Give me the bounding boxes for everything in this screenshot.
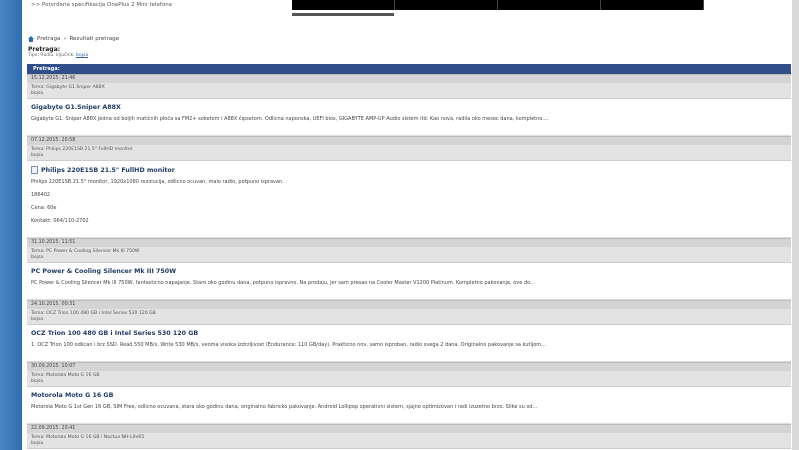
black-banner [292,0,704,10]
result-post: 07.12.2015. 20:58 Tema: Philips 220E1SB … [27,136,791,238]
page-content: >> Potvrđena specifikacija OnePlus 2 Min… [22,0,792,450]
post-user[interactable]: bojsa [31,91,787,97]
post-title-text[interactable]: OCZ Trion 100 480 GB i Intel Series 530 … [31,330,198,337]
post-topic-link[interactable]: Tema: Motorola Moto G 16 GB i Noctua NH-… [31,435,144,440]
breadcrumb: Pretraga » Rezultati pretrage [28,36,119,42]
post-user[interactable]: bojsa [31,441,787,447]
post-topic-link[interactable]: Tema: OCZ Trion 100 480 GB i Intel Serie… [31,311,156,316]
result-post: 24.10.2015. 00:31 Tema: OCZ Trion 100 48… [27,300,791,362]
breadcrumb-home[interactable]: Pretraga [37,36,60,42]
breadcrumb-current: Rezultati pretrage [69,36,119,42]
post-date: 22.09.2015. 20:41 [27,424,791,433]
post-body: Philips 220E1SB 21.5" monitor, 1920x1080… [27,177,791,237]
post-topic-link[interactable]: Tema: Philips 220E1SB 21.5" FullHD monit… [31,147,133,152]
document-icon [31,166,38,174]
post-date: 07.12.2015. 20:58 [27,136,791,145]
post-title-text[interactable]: Gigabyte G1.Sniper A88X [31,104,121,111]
post-title-text[interactable]: Philips 220E1SB 21.5" FullHD monitor [41,167,175,174]
post-date: 30.09.2015. 10:07 [27,362,791,371]
post-body-line: Philips 220E1SB 21.5" monitor, 1920x1080… [31,179,284,185]
post-topic: Tema: PC Power & Cooling Silencer Mk III… [27,247,791,262]
post-user[interactable]: bojsa [31,153,787,159]
post-topic-link[interactable]: Tema: Gigabyte G1.Sniper A88X [31,85,105,90]
page-title: Pretraga: [28,46,61,53]
post-body-line: Kontakt: 064/110-2702 [31,218,89,224]
post-body: PC Power & Cooling Silencer Mk III 750W,… [27,278,791,299]
top-news-link[interactable]: >> Potvrđena specifikacija OnePlus 2 Min… [31,2,172,8]
left-sidebar-bar [0,0,22,450]
post-topic: Tema: Motorola Moto G 16 GB bojsa [27,371,791,386]
post-body-line: Cena: 60e [31,205,57,211]
criteria-label: Tipe: Radiu, ključnik: [28,53,75,58]
results-header: Pretraga: [27,64,791,74]
post-body-line: Motorola Moto G 1st Gen 16 GB, SIM Free,… [31,404,538,410]
post-date: 24.10.2015. 00:31 [27,300,791,309]
post-user[interactable]: bojsa [31,317,787,323]
post-body: Gigabyte G1. Sniper A88X jedna od boljih… [27,114,791,135]
post-title-text[interactable]: Motorola Moto G 16 GB [31,392,113,399]
search-criteria: Tipe: Radiu, ključnik: bojsa [28,53,88,58]
post-date: 31.10.2015. 11:51 [27,238,791,247]
post-body-line: 186402 [31,192,51,198]
banner-strip [292,13,394,16]
result-post: 30.09.2015. 10:07 Tema: Motorola Moto G … [27,362,791,424]
post-date: 15.12.2015. 21:46 [27,74,791,83]
post-title[interactable]: Motorola Moto G 16 GB [27,386,791,402]
post-body-line: 1. OCZ Trion 100 odlican i brz SSD. Read… [31,342,546,348]
post-title[interactable]: Gigabyte G1.Sniper A88X [27,98,791,114]
post-title[interactable]: OCZ Trion 100 480 GB i Intel Series 530 … [27,324,791,340]
post-title-text[interactable]: PC Power & Cooling Silencer Mk III 750W [31,268,176,275]
post-body: 1. OCZ Trion 100 odlican i brz SSD. Read… [27,340,791,361]
top-row: >> Potvrđena specifikacija OnePlus 2 Min… [22,0,792,17]
criteria-user-link[interactable]: bojsa [76,53,88,58]
result-post: 22.09.2015. 20:41 Tema: Motorola Moto G … [27,424,791,450]
post-topic: Tema: OCZ Trion 100 480 GB i Intel Serie… [27,309,791,324]
home-icon[interactable] [28,36,34,42]
post-user[interactable]: bojsa [31,379,787,385]
chevron-right-icon: » [63,36,67,42]
post-user[interactable]: bojsa [31,255,787,261]
post-body: Motorola Moto G 1st Gen 16 GB, SIM Free,… [27,402,791,423]
post-topic: Tema: Gigabyte G1.Sniper A88X bojsa [27,83,791,98]
post-topic-link[interactable]: Tema: PC Power & Cooling Silencer Mk III… [31,249,139,254]
post-title[interactable]: Philips 220E1SB 21.5" FullHD monitor [27,160,791,177]
results-list: Pretraga: 15.12.2015. 21:46 Tema: Gigaby… [27,64,791,450]
scrollbar[interactable] [792,0,799,450]
post-topic: Tema: Motorola Moto G 16 GB i Noctua NH-… [27,433,791,448]
result-post: 31.10.2015. 11:51 Tema: PC Power & Cooli… [27,238,791,300]
result-post: 15.12.2015. 21:46 Tema: Gigabyte G1.Snip… [27,74,791,136]
post-topic-link[interactable]: Tema: Motorola Moto G 16 GB [31,373,100,378]
post-topic: Tema: Philips 220E1SB 21.5" FullHD monit… [27,145,791,160]
post-body-line: Gigabyte G1. Sniper A88X jedna od boljih… [31,116,549,122]
post-title[interactable]: PC Power & Cooling Silencer Mk III 750W [27,262,791,278]
post-body-line: PC Power & Cooling Silencer Mk III 750W,… [31,280,535,286]
